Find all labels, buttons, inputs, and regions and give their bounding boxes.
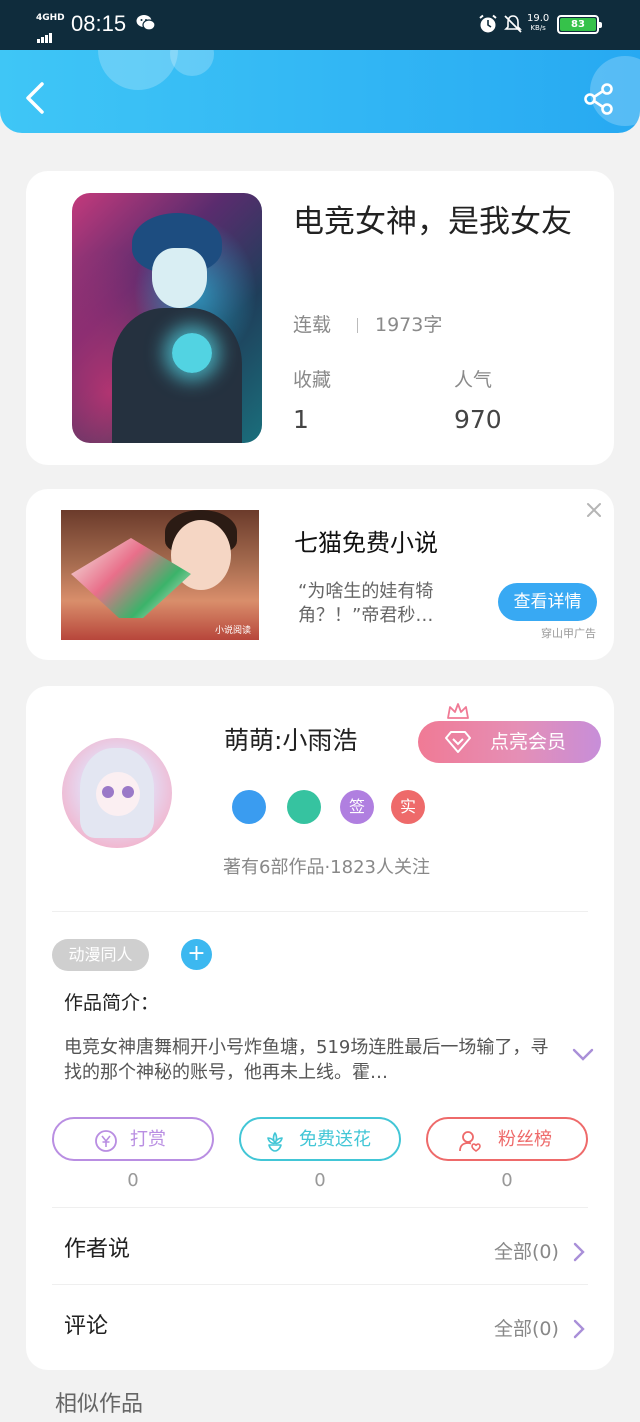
- app-header: [0, 50, 640, 133]
- crown-icon: [447, 703, 469, 719]
- clock: 08:15: [71, 11, 127, 36]
- author-stats: 著有6部作品·1823人关注: [223, 857, 430, 878]
- cover-art: [172, 333, 212, 373]
- popularity-value: 970: [454, 405, 502, 434]
- flower-count: 0: [314, 1170, 326, 1191]
- ad-image[interactable]: 小说阅读: [61, 510, 259, 640]
- battery-level: 83: [560, 18, 596, 31]
- intro-label: 作品简介：: [64, 992, 160, 1014]
- coin-icon: [95, 1130, 117, 1152]
- divider: [52, 1207, 588, 1208]
- ad-source: 穿山甲广告: [541, 627, 596, 640]
- flower-icon: [267, 1132, 283, 1152]
- divider: [52, 911, 588, 912]
- chevron-right-icon[interactable]: [572, 1241, 586, 1263]
- vip-button-label: 点亮会员: [490, 731, 567, 753]
- avatar-art: [102, 786, 114, 798]
- comments-label[interactable]: 评论: [64, 1312, 108, 1342]
- speed-value: 19.0: [527, 13, 550, 24]
- author-card: 萌萌:小雨浩 点亮会员 签 实 著有6部作品·1823人关注 动漫同人 + 作品…: [26, 686, 614, 1370]
- battery-icon: 83: [557, 15, 602, 34]
- chevron-right-icon[interactable]: [572, 1318, 586, 1340]
- fan-ranking-button[interactable]: 粉丝榜: [426, 1117, 588, 1161]
- send-flower-label: 免费送花: [299, 1129, 371, 1150]
- book-info-card: 电竞女神，是我女友 连载 1973字 收藏 人气 1 970: [26, 171, 614, 465]
- fan-count: 0: [501, 1170, 513, 1191]
- cover-art: [152, 248, 207, 308]
- sign-badge-icon[interactable]: 签: [340, 790, 374, 824]
- divider: [52, 1284, 588, 1285]
- status-bar: 4GHD 08:15 19.0 KB/s 83: [0, 0, 640, 50]
- add-tag-button[interactable]: +: [181, 939, 212, 970]
- signal-icon: [37, 24, 53, 43]
- genre-tag[interactable]: 动漫同人: [52, 939, 149, 971]
- handshake-badge-icon[interactable]: [287, 790, 321, 824]
- avatar[interactable]: [62, 738, 172, 848]
- decor-bubble: [98, 50, 178, 90]
- author-name[interactable]: 萌萌:小雨浩: [224, 724, 357, 758]
- speed-unit: KB/s: [530, 24, 546, 32]
- share-button[interactable]: [582, 82, 616, 116]
- diamond-icon: [445, 731, 471, 753]
- intro-text[interactable]: 电竞女神唐舞桐开小号炸鱼塘，519场连胜最后一场输了，寻找的那个神秘的账号，他再…: [64, 1035, 564, 1085]
- author-says-more[interactable]: 全部(0): [494, 1237, 559, 1267]
- send-flower-button[interactable]: 免费送花: [239, 1117, 401, 1161]
- favorites-label: 收藏: [293, 369, 332, 391]
- book-status: 连载: [293, 314, 332, 336]
- tip-button[interactable]: 打赏: [52, 1117, 214, 1161]
- verified-badge-icon[interactable]: 实: [391, 790, 425, 824]
- network-type: 4GHD: [36, 13, 65, 23]
- avatar-art: [122, 786, 134, 798]
- ad-title: 七猫免费小说: [294, 529, 438, 557]
- tip-label: 打赏: [130, 1129, 166, 1150]
- book-cover[interactable]: [72, 193, 262, 443]
- favorites-value: 1: [293, 405, 309, 434]
- ad-card[interactable]: 小说阅读 七猫免费小说 “为啥生的娃有犄角？！”帝君秒… 查看详情 穿山甲广告: [26, 489, 614, 660]
- fan-ranking-label: 粉丝榜: [498, 1129, 552, 1150]
- decor-bubble: [170, 50, 214, 76]
- vip-button[interactable]: 点亮会员: [418, 721, 601, 763]
- chevron-down-icon[interactable]: [571, 1047, 595, 1063]
- popularity-label: 人气: [454, 369, 493, 391]
- close-icon[interactable]: [583, 499, 605, 521]
- tip-count: 0: [127, 1170, 139, 1191]
- similar-works-heading: 相似作品: [55, 1392, 144, 1417]
- network-speed: 19.0 KB/s: [527, 14, 549, 33]
- back-button[interactable]: [20, 80, 50, 116]
- wechat-icon: [136, 15, 156, 31]
- ad-description: “为啥生的娃有犄角？！”帝君秒…: [298, 581, 434, 626]
- book-title: 电竞女神，是我女友: [293, 204, 572, 240]
- word-count: 1973字: [375, 314, 443, 336]
- divider: [357, 318, 358, 333]
- view-details-button[interactable]: 查看详情: [498, 583, 597, 621]
- author-says-label[interactable]: 作者说: [64, 1235, 130, 1265]
- fan-icon: [459, 1131, 481, 1152]
- comments-more[interactable]: 全部(0): [494, 1314, 559, 1344]
- cover-art: [112, 308, 242, 443]
- alarm-icon: [479, 14, 497, 33]
- mute-icon: [504, 15, 522, 33]
- music-badge-icon[interactable]: [232, 790, 266, 824]
- ad-image-watermark: 小说阅读: [214, 626, 251, 636]
